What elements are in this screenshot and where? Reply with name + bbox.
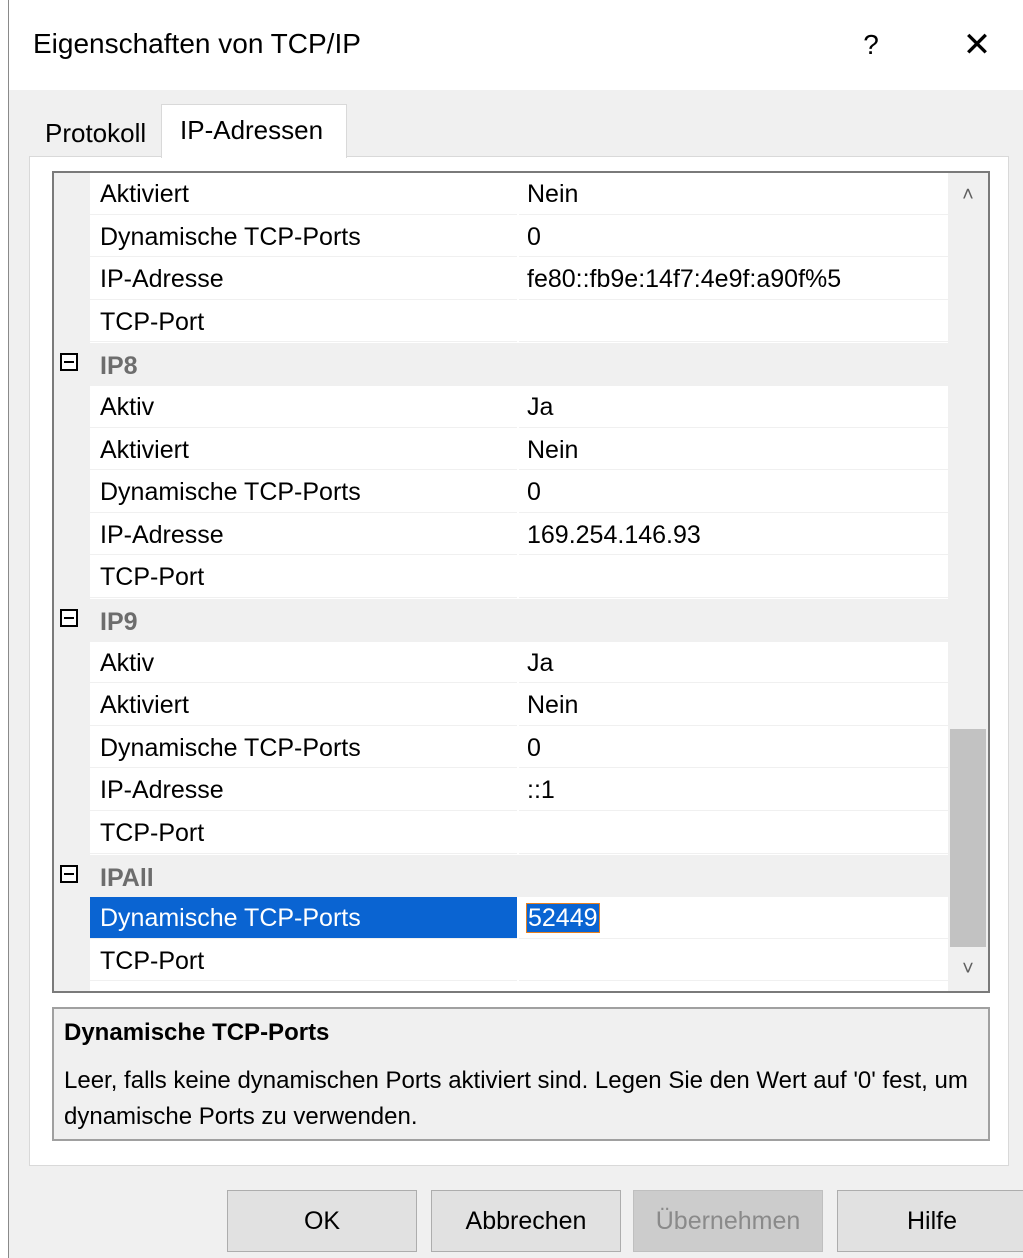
property-name: Aktiv	[90, 642, 517, 684]
property-name: TCP-Port	[90, 812, 517, 854]
tab-panel: Aktiviert Nein Dynamische TCP-Ports 0 IP-Adr…	[29, 156, 1009, 1166]
close-icon[interactable]: ✕	[947, 20, 1007, 70]
property-value[interactable]: 0	[519, 471, 948, 513]
property-value[interactable]: Ja	[519, 642, 948, 684]
property-row[interactable]: Aktiv Ja	[54, 642, 948, 685]
property-value[interactable]	[519, 940, 948, 982]
property-value-text: Nein	[527, 435, 579, 464]
property-value-text: fe80::fb9e:14f7:4e9f:a90f%5	[527, 265, 842, 294]
tab-protokoll[interactable]: Protokoll	[33, 110, 161, 156]
property-name: TCP-Port	[90, 556, 517, 598]
property-value[interactable]	[519, 301, 948, 343]
title-bar: Eigenschaften von TCP/IP ? ✕	[9, 0, 1023, 90]
category-row[interactable]: IP8	[54, 343, 948, 386]
help-button[interactable]: Hilfe	[837, 1190, 1023, 1252]
description-title: Dynamische TCP-Ports	[64, 1019, 330, 1046]
property-name: IP-Adresse	[90, 769, 517, 811]
collapse-icon[interactable]	[60, 353, 78, 372]
property-value-text: ::1	[527, 776, 555, 805]
tab-ip-adressen[interactable]: IP-Adressen	[161, 104, 347, 158]
scroll-thumb[interactable]	[950, 729, 986, 947]
property-value-text: 0	[527, 222, 541, 251]
property-value[interactable]	[519, 812, 948, 854]
property-value[interactable]: Nein	[519, 684, 948, 726]
property-name: Dynamische TCP-Ports	[90, 216, 517, 258]
property-row[interactable]: Aktiv Ja	[54, 386, 948, 429]
vertical-scrollbar[interactable]: ˄ ˅	[948, 173, 988, 991]
property-name: Dynamische TCP-Ports	[90, 727, 517, 769]
description-text: Leer, falls keine dynamischen Ports akti…	[64, 1067, 968, 1130]
property-row[interactable]: TCP-Port	[54, 940, 948, 983]
category-label: IP9	[100, 607, 138, 636]
property-value[interactable]: 169.254.146.93	[519, 514, 948, 556]
apply-button[interactable]: Übernehmen	[633, 1190, 823, 1252]
help-icon[interactable]: ?	[841, 20, 901, 70]
property-row[interactable]: Dynamische TCP-Ports 0	[54, 727, 948, 770]
property-row[interactable]: Dynamische TCP-Ports 52449	[54, 897, 948, 940]
category-label: IP8	[100, 352, 138, 381]
scroll-up-icon[interactable]: ˄	[948, 173, 988, 217]
collapse-icon[interactable]	[60, 864, 78, 883]
property-value-text: 0	[527, 478, 541, 507]
property-value-text: 0	[527, 733, 541, 762]
property-value-text: 169.254.146.93	[527, 520, 701, 549]
property-value-text: Ja	[527, 392, 554, 421]
category-row[interactable]: IP9	[54, 598, 948, 642]
property-name: Dynamische TCP-Ports	[90, 471, 517, 513]
property-row[interactable]: IP-Adresse 169.254.146.93	[54, 514, 948, 557]
property-value[interactable]: fe80::fb9e:14f7:4e9f:a90f%5	[519, 258, 948, 300]
property-value[interactable]: Ja	[519, 386, 948, 428]
property-value[interactable]: 0	[519, 216, 948, 258]
property-value[interactable]: ::1	[519, 769, 948, 811]
property-name: TCP-Port	[90, 940, 517, 982]
property-value[interactable]: Nein	[519, 173, 948, 215]
property-name: Aktiviert	[90, 429, 517, 471]
property-row[interactable]: TCP-Port	[54, 812, 948, 855]
property-value[interactable]	[519, 556, 948, 598]
scroll-down-icon[interactable]: ˅	[948, 947, 988, 991]
property-row[interactable]: Aktiviert Nein	[54, 684, 948, 727]
property-row[interactable]: Aktiviert Nein	[54, 429, 948, 472]
property-value[interactable]: Nein	[519, 429, 948, 471]
property-row[interactable]: TCP-Port	[54, 301, 948, 344]
property-row[interactable]: Dynamische TCP-Ports 0	[54, 216, 948, 259]
property-value[interactable]: 0	[519, 727, 948, 769]
property-grid: Aktiviert Nein Dynamische TCP-Ports 0 IP-Adr…	[52, 171, 990, 993]
property-name: Aktiviert	[90, 173, 517, 215]
property-name: Aktiviert	[90, 684, 517, 726]
property-row[interactable]: IP-Adresse::1	[54, 769, 948, 812]
property-value-text: Nein	[527, 691, 579, 720]
property-value[interactable]: 52449	[519, 897, 948, 939]
cancel-button[interactable]: Abbrechen	[431, 1190, 621, 1252]
property-grid-rows: Aktiviert Nein Dynamische TCP-Ports 0 IP-Adr…	[54, 173, 948, 982]
properties-dialog: Eigenschaften von TCP/IP ? ✕ Protokoll I…	[8, 0, 1023, 1258]
category-row[interactable]: IPAll	[54, 854, 948, 898]
property-name: IP-Adresse	[90, 258, 517, 300]
property-row[interactable]: TCP-Port	[54, 556, 948, 599]
category-label: IPAll	[100, 863, 154, 892]
property-name: Aktiv	[90, 386, 517, 428]
property-name: IP-Adresse	[90, 514, 517, 556]
property-value-text: Nein	[527, 180, 579, 208]
description-panel: Dynamische TCP-Ports Leer, falls keine d…	[52, 1007, 990, 1141]
dialog-title: Eigenschaften von TCP/IP	[33, 28, 361, 59]
collapse-icon[interactable]	[60, 608, 78, 627]
property-row[interactable]: Aktiviert Nein	[54, 173, 948, 216]
property-value-text: 52449	[526, 903, 600, 934]
property-name: Dynamische TCP-Ports	[90, 897, 517, 939]
ok-button[interactable]: OK	[227, 1190, 417, 1252]
property-name: TCP-Port	[90, 301, 517, 343]
property-value-text: Ja	[527, 648, 554, 677]
property-row[interactable]: IP-Adresse fe80::fb9e:14f7:4e9f:a90f%5	[54, 258, 948, 301]
property-row[interactable]: Dynamische TCP-Ports 0	[54, 471, 948, 514]
